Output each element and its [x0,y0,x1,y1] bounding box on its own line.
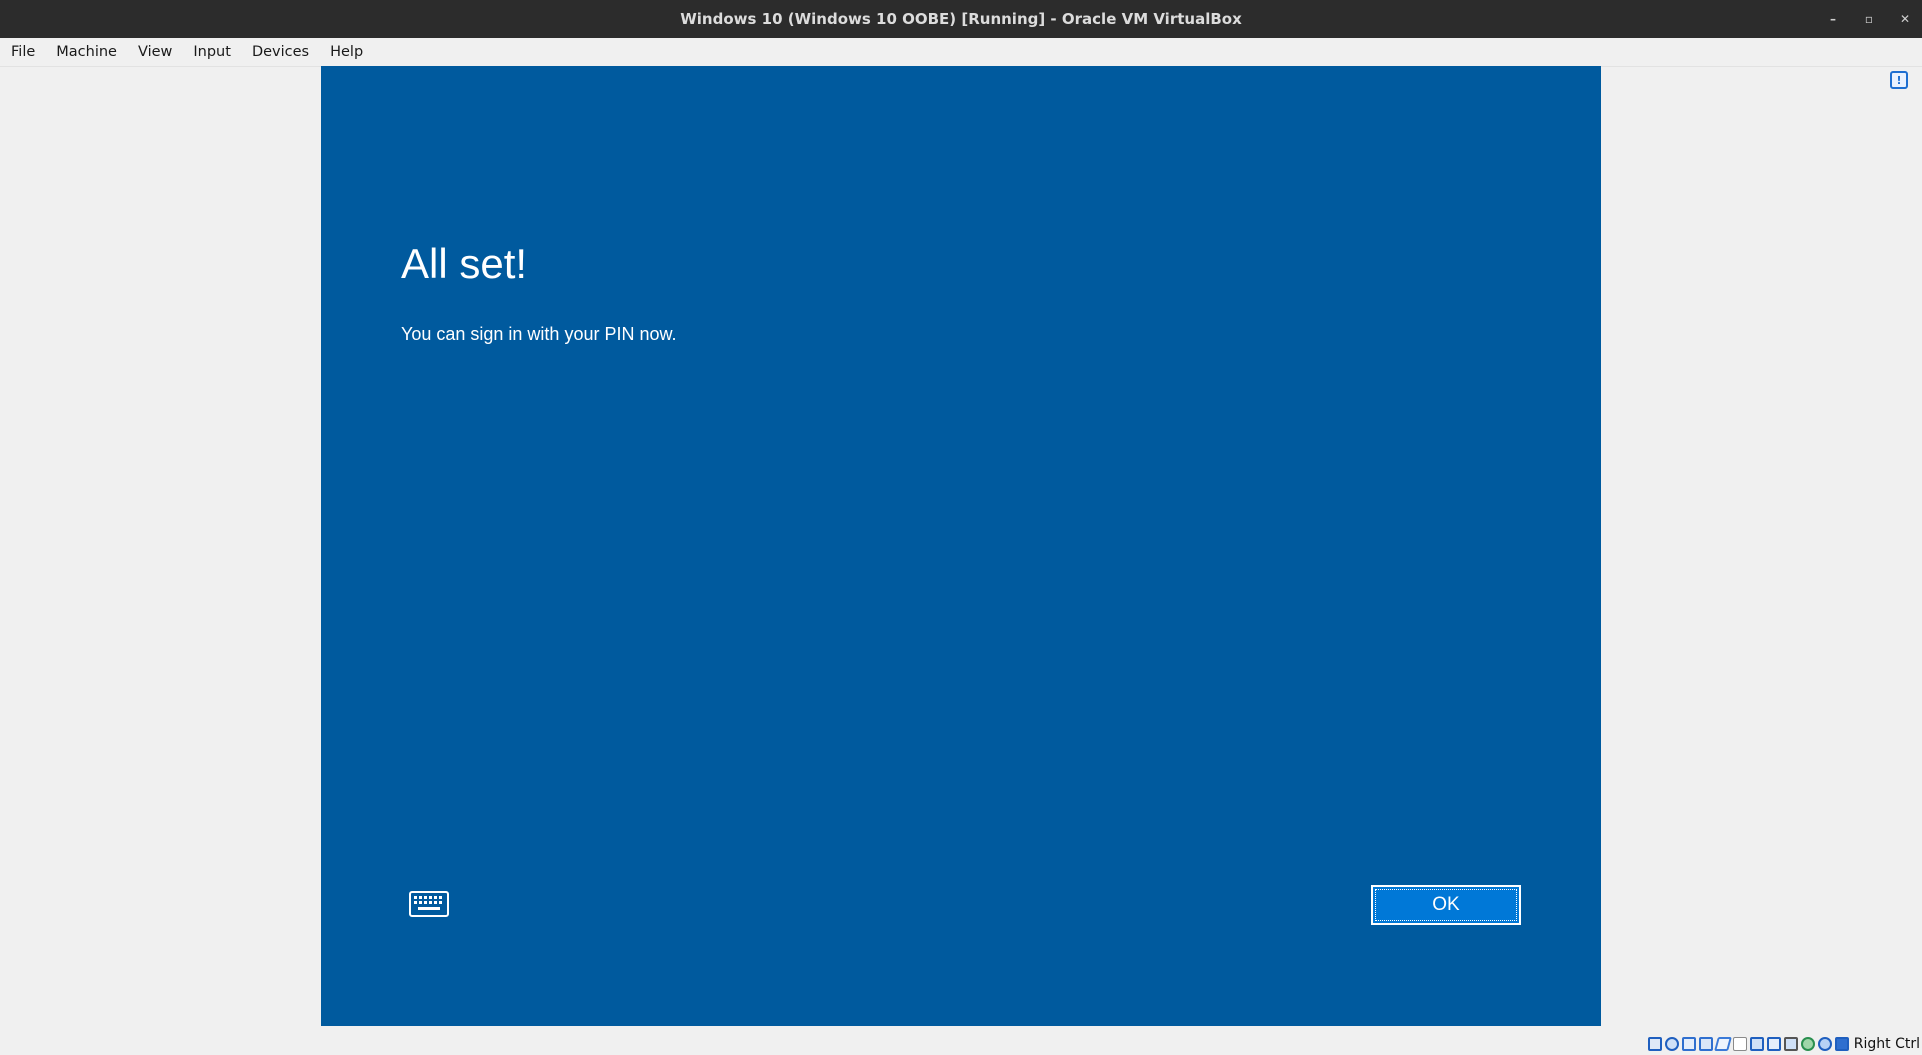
ok-button[interactable]: OK [1371,885,1521,925]
page-subtitle: You can sign in with your PIN now. [401,324,677,344]
keyboard-icon[interactable] [409,891,449,921]
host-key-label[interactable]: Right Ctrl [1854,1036,1920,1052]
network-icon[interactable] [1698,1037,1713,1051]
menu-bar: File Machine View Input Devices Help [0,38,1922,67]
hard-disk-icon[interactable] [1647,1037,1662,1051]
status-bar: Right Ctrl [1647,1033,1922,1055]
vm-display[interactable]: All set! You can sign in with your PIN n… [321,66,1601,1026]
menu-help[interactable]: Help [319,38,373,66]
keyboard-capture-icon[interactable] [1834,1037,1849,1051]
audio-icon[interactable] [1681,1037,1696,1051]
restore-icon[interactable]: ▫ [1862,12,1876,26]
window-title: Windows 10 (Windows 10 OOBE) [Running] -… [680,10,1242,28]
optical-drive-icon[interactable] [1664,1037,1679,1051]
menu-devices[interactable]: Devices [241,38,319,66]
menu-view[interactable]: View [127,38,182,66]
menu-file[interactable]: File [0,38,45,66]
usb-icon[interactable] [1713,1037,1732,1051]
display-icon[interactable] [1749,1037,1764,1051]
recording-icon[interactable] [1800,1037,1815,1051]
cpu-icon[interactable] [1817,1037,1832,1051]
shared-folder-icon[interactable] [1732,1037,1747,1051]
window-controls: – ▫ ✕ [1826,0,1912,38]
menu-input[interactable]: Input [182,38,241,66]
close-icon[interactable]: ✕ [1898,12,1912,26]
menu-machine[interactable]: Machine [45,38,127,66]
window-titlebar: Windows 10 (Windows 10 OOBE) [Running] -… [0,0,1922,38]
mouse-integration-icon[interactable] [1783,1037,1798,1051]
notification-icon[interactable]: ! [1890,71,1908,89]
video-capture-icon[interactable] [1766,1037,1781,1051]
minimize-icon[interactable]: – [1826,12,1840,26]
page-title: All set! [401,240,528,287]
